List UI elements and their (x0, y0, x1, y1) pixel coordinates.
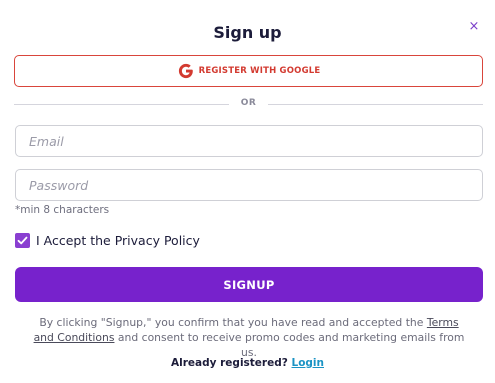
close-icon[interactable]: × (466, 18, 482, 36)
divider-line-left (14, 104, 229, 105)
modal-title: Sign up (213, 23, 282, 42)
login-link[interactable]: Login (292, 357, 325, 369)
already-registered: Already registered? Login (0, 357, 495, 369)
signup-button-label: SIGNUP (223, 277, 275, 292)
terms-disclaimer: By clicking "Signup," you confirm that y… (30, 315, 468, 360)
disclaimer-prefix: By clicking "Signup," you confirm that y… (39, 316, 427, 329)
password-hint: *min 8 characters (15, 204, 110, 216)
privacy-policy-row: I Accept the Privacy Policy (15, 232, 200, 248)
disclaimer-suffix: and consent to receive promo codes and m… (114, 331, 465, 359)
google-button-label: REGISTER WITH GOOGLE (198, 66, 321, 76)
password-field[interactable] (15, 169, 483, 201)
register-with-google-button[interactable]: REGISTER WITH GOOGLE (14, 55, 483, 87)
privacy-policy-checkbox[interactable] (15, 232, 30, 248)
divider-or-label: OR (240, 98, 257, 108)
checkmark-icon (17, 236, 28, 244)
divider-line-right (268, 104, 483, 105)
google-icon (177, 62, 195, 80)
signup-button[interactable]: SIGNUP (15, 267, 483, 302)
signup-modal: Sign up × REGISTER WITH GOOGLE OR *min 8… (0, 0, 495, 383)
already-registered-text: Already registered? (171, 357, 288, 369)
email-field[interactable] (15, 125, 483, 157)
privacy-policy-label: I Accept the Privacy Policy (36, 232, 200, 248)
